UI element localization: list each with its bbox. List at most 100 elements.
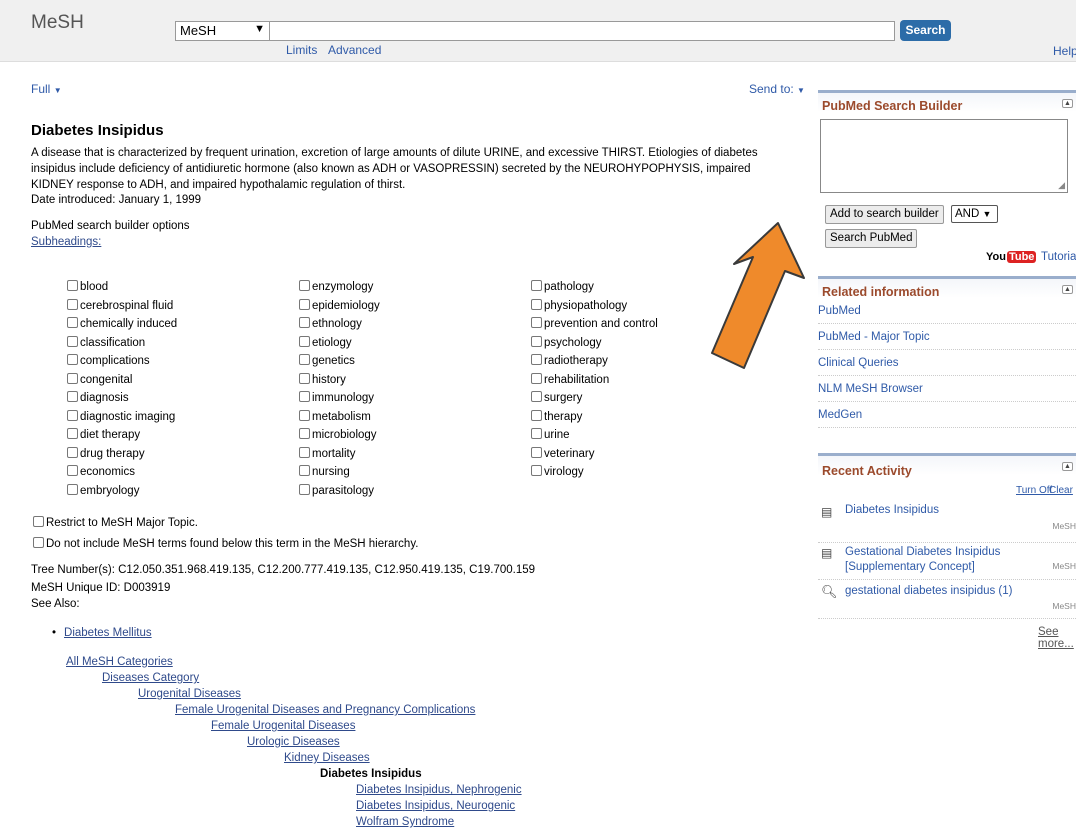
subheading-checkbox[interactable]: [67, 298, 78, 310]
subheading-checkbox[interactable]: [531, 298, 542, 310]
subheading-checkbox[interactable]: [531, 317, 542, 328]
tree-node[interactable]: All MeSH Categories: [66, 656, 173, 668]
subheading-item[interactable]: diagnostic imaging: [67, 408, 177, 427]
subheading-checkbox[interactable]: [531, 354, 542, 365]
collapse-icon[interactable]: ▲: [1062, 99, 1073, 108]
tree-node[interactable]: Diabetes Insipidus, Neurogenic: [356, 800, 515, 812]
subheading-checkbox[interactable]: [299, 280, 310, 291]
resize-grip-icon[interactable]: ◢: [1058, 180, 1065, 191]
see-also-link[interactable]: Diabetes Mellitus: [64, 627, 152, 639]
subheading-checkbox[interactable]: [299, 446, 310, 458]
subheading-item[interactable]: mortality: [299, 445, 380, 464]
restrict-checkbox[interactable]: [33, 516, 44, 527]
subheading-checkbox[interactable]: [531, 465, 542, 476]
related-item[interactable]: Clinical Queries: [818, 350, 1076, 376]
database-select[interactable]: MeSH ▼: [175, 21, 270, 41]
subheading-checkbox[interactable]: [531, 335, 542, 347]
subheading-checkbox[interactable]: [531, 409, 542, 421]
tree-node[interactable]: Urologic Diseases: [247, 736, 340, 748]
collapse-icon[interactable]: ▲: [1062, 285, 1073, 294]
subheading-item[interactable]: prevention and control: [531, 315, 658, 334]
tree-node[interactable]: Kidney Diseases: [284, 752, 370, 764]
no-include-below[interactable]: Do not include MeSH terms found below th…: [33, 537, 418, 550]
subheading-item[interactable]: parasitology: [299, 482, 380, 501]
subheading-checkbox[interactable]: [299, 354, 310, 365]
subheading-checkbox[interactable]: [531, 280, 542, 291]
subheading-item[interactable]: classification: [67, 334, 177, 353]
no-include-checkbox[interactable]: [33, 537, 44, 548]
subheading-checkbox[interactable]: [67, 465, 78, 476]
subheading-checkbox[interactable]: [299, 335, 310, 347]
subheading-checkbox[interactable]: [531, 391, 542, 402]
subheading-item[interactable]: microbiology: [299, 426, 380, 445]
tree-node[interactable]: Urogenital Diseases: [138, 688, 241, 700]
subheading-checkbox[interactable]: [67, 446, 78, 458]
subheading-checkbox[interactable]: [299, 465, 310, 476]
subheading-item[interactable]: radiotherapy: [531, 352, 658, 371]
subheading-item[interactable]: nursing: [299, 463, 380, 482]
mesh-logo[interactable]: MeSH: [31, 12, 84, 34]
subheadings-link[interactable]: Subheadings:: [31, 236, 101, 248]
recent-activity-item[interactable]: ▤ Diabetes Insipidus MeSH: [818, 503, 1076, 543]
youtube-logo-icon[interactable]: You Tube: [986, 251, 1037, 263]
subheading-item[interactable]: surgery: [531, 389, 658, 408]
subheading-item[interactable]: diagnosis: [67, 389, 177, 408]
collapse-icon[interactable]: ▲: [1062, 462, 1073, 471]
recent-activity-text[interactable]: gestational diabetes insipidus (1): [845, 584, 1035, 599]
subheading-item[interactable]: cerebrospinal fluid: [67, 297, 177, 316]
search-button[interactable]: Search: [900, 20, 951, 41]
subheading-checkbox[interactable]: [299, 409, 310, 421]
clear-link[interactable]: Clear: [1049, 485, 1073, 496]
related-item[interactable]: PubMed - Major Topic: [818, 324, 1076, 350]
subheading-checkbox[interactable]: [67, 409, 78, 421]
subheading-item[interactable]: physiopathology: [531, 297, 658, 316]
subheading-checkbox[interactable]: [67, 372, 78, 384]
recent-activity-item[interactable]: 🔍︎ gestational diabetes insipidus (1) Me…: [818, 583, 1076, 619]
subheading-item[interactable]: psychology: [531, 334, 658, 353]
subheading-item[interactable]: diet therapy: [67, 426, 177, 445]
subheading-checkbox[interactable]: [299, 372, 310, 384]
subheading-item[interactable]: etiology: [299, 334, 380, 353]
send-to-menu[interactable]: Send to: ▼: [749, 82, 805, 96]
subheading-item[interactable]: enzymology: [299, 278, 380, 297]
subheading-item[interactable]: pathology: [531, 278, 658, 297]
subheading-checkbox[interactable]: [67, 335, 78, 347]
subheading-checkbox[interactable]: [299, 317, 310, 328]
subheading-checkbox[interactable]: [299, 483, 310, 495]
subheading-checkbox[interactable]: [67, 317, 78, 328]
related-item[interactable]: NLM MeSH Browser: [818, 376, 1076, 402]
tree-node[interactable]: Diabetes Insipidus, Nephrogenic: [356, 784, 522, 796]
restrict-major-topic[interactable]: Restrict to MeSH Major Topic.: [33, 516, 198, 529]
tree-node[interactable]: Female Urogenital Diseases: [211, 720, 355, 732]
subheading-item[interactable]: complications: [67, 352, 177, 371]
recent-activity-item[interactable]: ▤ Gestational Diabetes Insipidus [Supple…: [818, 543, 1076, 580]
subheading-item[interactable]: embryology: [67, 482, 177, 501]
add-to-search-builder-button[interactable]: Add to search builder: [825, 205, 944, 224]
tree-node[interactable]: Wolfram Syndrome: [356, 816, 454, 828]
subheading-checkbox[interactable]: [531, 372, 542, 384]
recent-activity-text[interactable]: Diabetes Insipidus: [845, 503, 1035, 518]
subheading-item[interactable]: metabolism: [299, 408, 380, 427]
subheading-checkbox[interactable]: [299, 391, 310, 402]
help-link[interactable]: Help: [1053, 44, 1076, 58]
subheading-item[interactable]: immunology: [299, 389, 380, 408]
subheading-item[interactable]: blood: [67, 278, 177, 297]
related-item[interactable]: MedGen: [818, 402, 1076, 428]
subheading-item[interactable]: economics: [67, 463, 177, 482]
subheading-checkbox[interactable]: [67, 280, 78, 291]
advanced-link[interactable]: Advanced: [328, 43, 381, 57]
turn-off-link[interactable]: Turn Off: [1016, 485, 1052, 496]
subheading-checkbox[interactable]: [531, 428, 542, 439]
subheading-item[interactable]: urine: [531, 426, 658, 445]
subheading-checkbox[interactable]: [67, 354, 78, 365]
subheading-item[interactable]: chemically induced: [67, 315, 177, 334]
subheading-item[interactable]: ethnology: [299, 315, 380, 334]
search-input[interactable]: [269, 21, 895, 41]
subheading-checkbox[interactable]: [67, 391, 78, 402]
subheading-checkbox[interactable]: [67, 483, 78, 495]
subheading-item[interactable]: drug therapy: [67, 445, 177, 464]
operator-select[interactable]: AND ▼: [951, 205, 998, 223]
subheading-item[interactable]: therapy: [531, 408, 658, 427]
subheading-item[interactable]: congenital: [67, 371, 177, 390]
subheading-checkbox[interactable]: [299, 428, 310, 439]
